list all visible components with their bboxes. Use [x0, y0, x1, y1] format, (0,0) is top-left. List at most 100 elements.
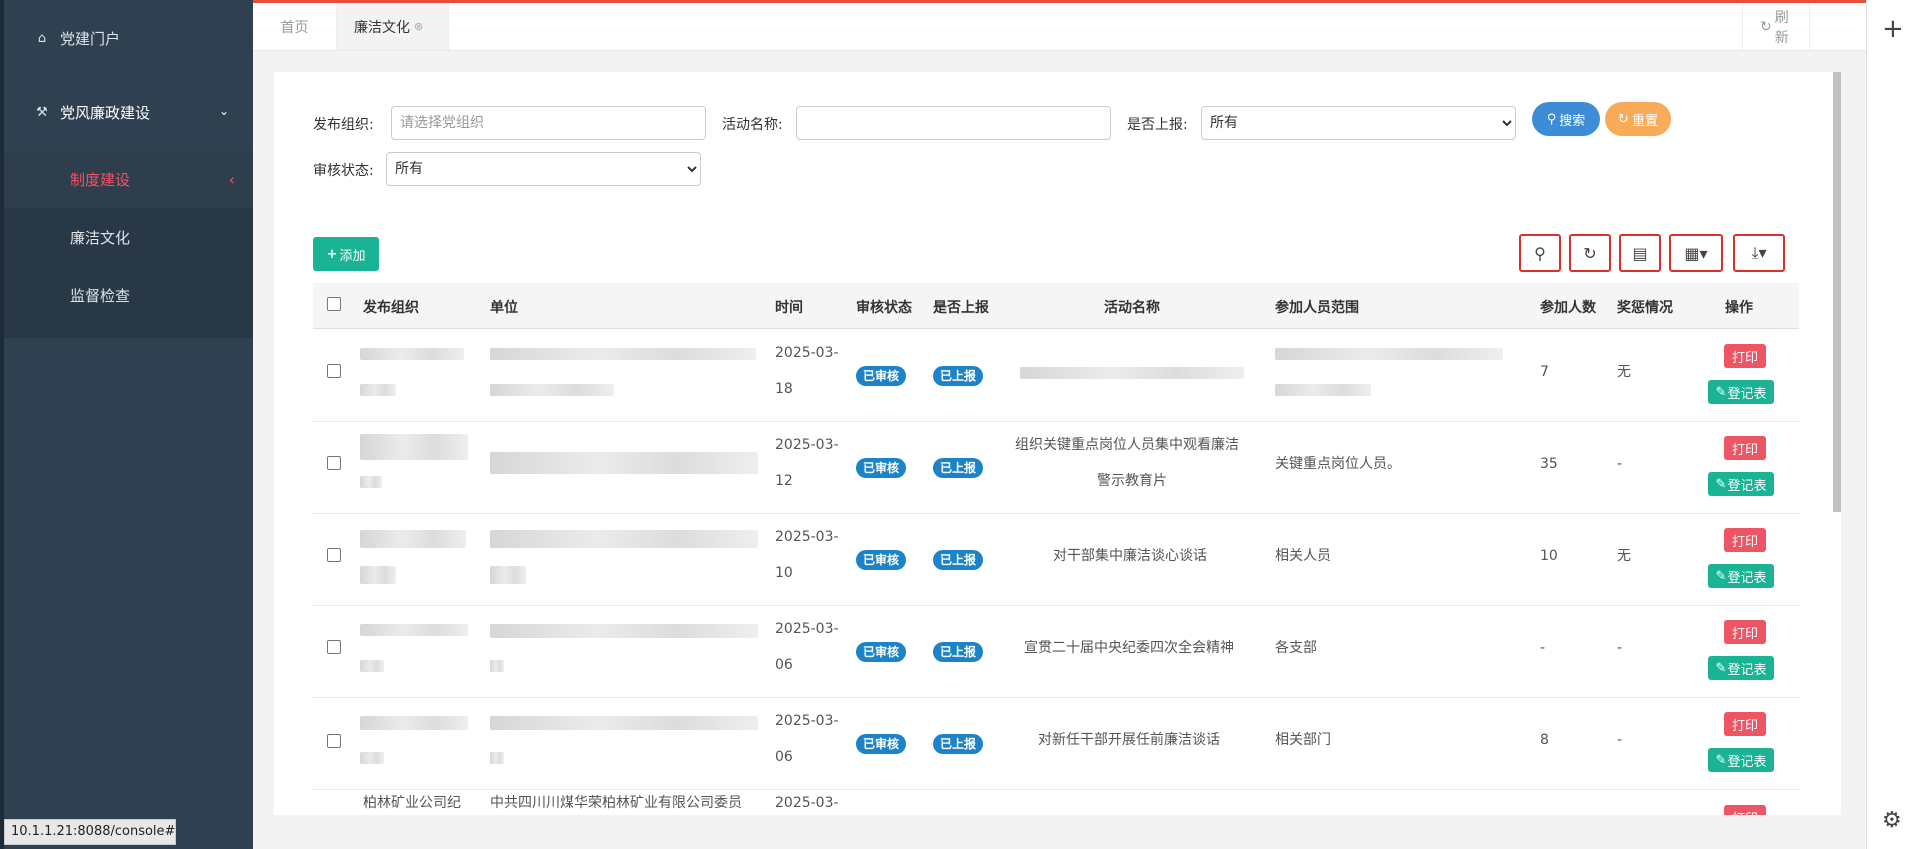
reward-cell: 无	[1617, 364, 1631, 380]
redacted-org	[360, 716, 468, 730]
gear-icon[interactable]: ⚙	[1882, 808, 1902, 833]
activity-name: 对新任干部开展任前廉洁谈话	[1038, 732, 1220, 748]
column-header[interactable]: 是否上报	[933, 297, 989, 317]
export-button[interactable]: ⤓▾	[1733, 234, 1785, 272]
edit-icon: ✎	[1715, 384, 1727, 400]
chevron-down-icon: ⌄	[218, 104, 229, 118]
sidebar-item-clean-culture[interactable]: 廉洁文化	[4, 208, 253, 266]
sidebar-item-label: 党建门户	[60, 29, 121, 48]
date-cell: 2025-03-	[775, 621, 839, 637]
date-cell: 2025-03-	[775, 345, 839, 361]
register-button[interactable]: ✎ 登记表	[1708, 380, 1774, 404]
print-button[interactable]: 打印	[1724, 620, 1766, 644]
register-label: 登记表	[1727, 386, 1767, 402]
sidebar-submenu: 制度建设 ‹ 廉洁文化 监督检查	[4, 150, 253, 338]
register-label: 登记表	[1727, 662, 1767, 678]
row-checkbox[interactable]	[327, 734, 341, 748]
columns-button[interactable]: ▦▾	[1669, 234, 1723, 272]
print-label: 打印	[1731, 350, 1758, 366]
print-button[interactable]: 打印	[1724, 712, 1766, 736]
reward-cell: -	[1617, 640, 1623, 656]
download-icon: ⤓▾	[1751, 243, 1767, 262]
sidebar-item-party-building[interactable]: ⚒ 党风廉政建设 ⌄	[4, 86, 253, 138]
sidebar-item-label: 党风廉政建设	[60, 103, 151, 122]
register-button[interactable]: ✎ 登记表	[1708, 472, 1774, 496]
redacted-activity	[1020, 367, 1244, 379]
table-search-button[interactable]: ⚲	[1519, 234, 1561, 272]
redacted-org	[360, 434, 468, 460]
table-row[interactable]: 2025-03- 10 已审核 已上报 对干部集中廉洁谈心谈话 相关人员 10 …	[313, 514, 1799, 606]
table-row[interactable]: 2025-03- 06 已审核 已上报 对新任干部开展任前廉洁谈话 相关部门 8…	[313, 698, 1799, 790]
participant-count: 8	[1540, 732, 1549, 748]
tab-bar: 首页 廉洁文化 ⊗ ↻ 刷新	[253, 3, 1866, 51]
row-checkbox[interactable]	[327, 640, 341, 654]
column-header[interactable]: 奖惩情况	[1617, 297, 1673, 317]
table-refresh-button[interactable]: ↻	[1569, 234, 1611, 272]
activity-label: 活动名称:	[722, 117, 783, 133]
report-status-badge: 已上报	[933, 734, 984, 754]
org-input[interactable]	[391, 106, 706, 140]
print-label: 打印	[1731, 718, 1758, 734]
date-cell: 06	[775, 657, 793, 673]
register-label: 登记表	[1727, 570, 1767, 586]
search-button[interactable]: ⚲ 搜索	[1532, 102, 1600, 136]
reset-icon: ↻	[1618, 111, 1629, 127]
print-button[interactable]: 打印	[1724, 436, 1766, 460]
select-all-checkbox[interactable]	[327, 297, 341, 311]
plus-icon[interactable]: +	[1882, 14, 1904, 44]
print-button[interactable]: 打印	[1724, 344, 1766, 368]
row-checkbox[interactable]	[327, 456, 341, 470]
sidebar-item-portal[interactable]: ⌂ 党建门户	[4, 14, 253, 62]
print-button[interactable]: 打印	[1724, 528, 1766, 552]
scope-cell: 相关人员	[1275, 548, 1331, 564]
column-header[interactable]: 发布组织	[363, 297, 419, 317]
date-cell: 2025-03-	[775, 713, 839, 729]
activity-name: 警示教育片	[1097, 473, 1167, 489]
row-checkbox[interactable]	[327, 364, 341, 378]
add-button[interactable]: + 添加	[313, 237, 379, 271]
print-button[interactable]: 打印	[1724, 805, 1766, 815]
table-row[interactable]: 2025-03- 06 已审核 已上报 宣贯二十届中央纪委四次全会精神 各支部 …	[313, 606, 1799, 698]
audit-status-badge: 已审核	[856, 642, 907, 662]
participant-count: 10	[1540, 548, 1558, 564]
row-checkbox[interactable]	[327, 548, 341, 562]
audit-label: 审核状态:	[313, 163, 374, 179]
table-toggle-view-button[interactable]: ▤	[1619, 234, 1661, 272]
search-icon: ⚲	[1534, 243, 1546, 263]
scrollbar[interactable]	[1833, 72, 1841, 512]
participant-count: -	[1540, 640, 1546, 656]
column-header[interactable]: 审核状态	[856, 297, 912, 317]
report-select[interactable]: 所有	[1201, 106, 1516, 140]
tab-home[interactable]: 首页	[253, 3, 337, 50]
register-button[interactable]: ✎ 登记表	[1708, 656, 1774, 680]
register-label: 登记表	[1727, 754, 1767, 770]
column-header[interactable]: 参加人员范围	[1275, 297, 1359, 317]
audit-status-select[interactable]: 所有	[386, 152, 701, 186]
add-label: 添加	[339, 248, 366, 264]
sidebar-item-system-building[interactable]: 制度建设 ‹	[4, 150, 253, 208]
close-icon[interactable]: ⊗	[414, 20, 423, 33]
activity-name-input[interactable]	[796, 106, 1111, 140]
redacted-unit	[490, 348, 756, 360]
column-header[interactable]: 参加人数	[1540, 297, 1596, 317]
sidebar-item-label: 监督检查	[70, 286, 131, 305]
column-header[interactable]: 时间	[775, 297, 803, 317]
column-header[interactable]: 活动名称	[1104, 297, 1160, 317]
print-label: 打印	[1731, 442, 1758, 458]
redacted-unit	[490, 660, 504, 672]
register-button[interactable]: ✎ 登记表	[1708, 748, 1774, 772]
status-bar-url: 10.1.1.21:8088/console#	[4, 819, 176, 845]
reset-label: 重置	[1631, 113, 1658, 129]
table-row[interactable]: 2025-03- 18 已审核 已上报 7 无 打印 ✎ 登记表	[313, 330, 1799, 422]
table-row[interactable]: 2025-03- 12 已审核 已上报 组织关键重点岗位人员集中观看廉洁 警示教…	[313, 422, 1799, 514]
edit-icon: ✎	[1715, 752, 1727, 768]
tab-clean-culture[interactable]: 廉洁文化 ⊗	[337, 3, 449, 50]
print-label: 打印	[1731, 534, 1758, 550]
column-header[interactable]: 单位	[490, 297, 518, 317]
refresh-button[interactable]: ↻ 刷新	[1742, 3, 1810, 50]
grid-icon: ▦▾	[1684, 243, 1708, 263]
redacted-unit	[490, 752, 504, 764]
sidebar-item-supervision[interactable]: 监督检查	[4, 266, 253, 324]
register-button[interactable]: ✎ 登记表	[1708, 564, 1774, 588]
reset-button[interactable]: ↻ 重置	[1605, 102, 1671, 136]
